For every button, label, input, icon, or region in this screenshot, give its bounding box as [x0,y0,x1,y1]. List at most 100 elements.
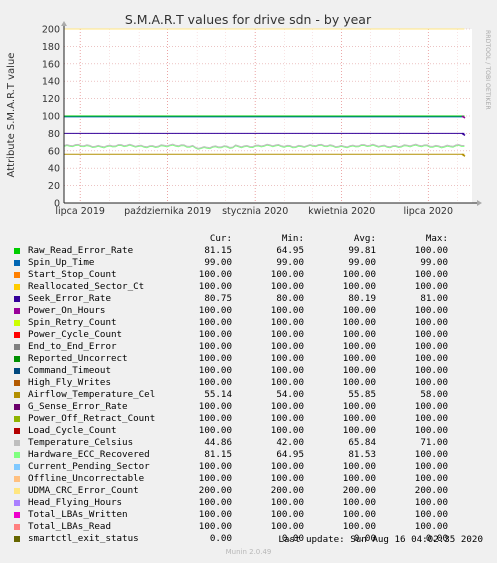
legend-avg-value: 100.00 [342,413,376,424]
legend-avg-value: 200.00 [342,485,376,496]
legend-item: Spin_Up_Time 99.00 99.00 99.00 99.00 [10,257,490,269]
legend-min-value: 100.00 [270,377,304,388]
legend-avg-value: 100.00 [342,377,376,388]
legend-max-value: 71.00 [420,437,448,448]
legend-avg-value: 100.00 [342,509,376,520]
legend-cur-value: 100.00 [198,305,232,316]
legend-swatch [14,332,20,338]
legend-min-value: 100.00 [270,365,304,376]
legend-max-value: 99.00 [420,257,448,268]
legend-cur-value: 100.00 [198,341,232,352]
legend-item: Load_Cycle_Count 100.00 100.00 100.00 100.00 [10,425,490,437]
legend-cur-value: 100.00 [198,509,232,520]
legend-item: Head_Flying_Hours 100.00 100.00 100.00 100.0… [10,497,490,509]
legend-item: Reported_Uncorrect 100.00 100.00 100.00 100.… [10,353,490,365]
legend-min-value: 42.00 [276,437,304,448]
legend-cur-value: 80.75 [204,293,232,304]
legend-max-value: 100.00 [414,461,448,472]
legend-min-value: 100.00 [270,341,304,352]
legend-avg-value: 100.00 [342,401,376,412]
legend-avg-value: 99.81 [348,245,376,256]
legend-avg-value: 100.00 [342,281,376,292]
legend-max-value: 100.00 [414,353,448,364]
legend-max-value: 100.00 [414,449,448,460]
legend-avg-value: 100.00 [342,425,376,436]
legend-cur-value: 100.00 [198,413,232,424]
legend-avg-value: 100.00 [342,269,376,280]
legend-cur-value: 100.00 [198,401,232,412]
legend-avg-value: 100.00 [342,521,376,532]
legend-min-value: 100.00 [270,401,304,412]
x-axis-arrow [477,200,482,206]
y-axis-label: Attribute S.M.A.R.T value [6,53,17,178]
legend-max-value: 100.00 [414,341,448,352]
legend-item: UDMA_CRC_Error_Count 200.00 200.00 200.00 20… [10,485,490,497]
legend-item: Command_Timeout 100.00 100.00 100.00 100.00 [10,365,490,377]
legend-swatch [14,356,20,362]
legend-min-value: 100.00 [270,269,304,280]
legend-min-value: 100.00 [270,425,304,436]
legend-swatch [14,404,20,410]
legend-cur-value: 100.00 [198,521,232,532]
legend-series-name: Raw_Read_Error_Rate [28,245,134,256]
legend-avg-value: 100.00 [342,497,376,508]
legend-min-value: 100.00 [270,281,304,292]
legend-cur-value: 100.00 [198,329,232,340]
legend: Cur: Min: Avg: Max: Raw_Read_Error_Rate 8… [10,233,490,545]
legend-min-value: 200.00 [270,485,304,496]
y-tick-label: 180 [42,42,60,53]
legend-cur-value: 100.00 [198,281,232,292]
y-tick-label: 100 [42,112,60,123]
legend-max-value: 100.00 [414,521,448,532]
legend-min-value: 100.00 [270,461,304,472]
legend-avg-value: 100.00 [342,341,376,352]
legend-max-value: 100.00 [414,413,448,424]
legend-item: Power_Off_Retract_Count 100.00 100.00 100.0… [10,413,490,425]
legend-avg-value: 100.00 [342,353,376,364]
rrdtool-credit: RRDTOOL / TOBI OETIKER [484,30,491,110]
legend-swatch [14,296,20,302]
legend-avg-value: 100.00 [342,305,376,316]
legend-swatch [14,524,20,530]
legend-cur-value: 55.14 [204,389,232,400]
legend-series-name: Spin_Retry_Count [28,317,117,328]
chart: S.M.A.R.T values for drive sdn - by year… [6,12,491,217]
legend-avg-value: 80.19 [348,293,376,304]
legend-cur-value: 81.15 [204,449,232,460]
legend-max-value: 100.00 [414,425,448,436]
legend-series-name: Current_Pending_Sector [28,461,150,472]
legend-min-value: 100.00 [270,413,304,424]
legend-series-name: Hardware_ECC_Recovered [28,449,150,460]
chart-title: S.M.A.R.T values for drive sdn - by year [125,12,372,27]
legend-swatch [14,464,20,470]
legend-series-name: Head_Flying_Hours [28,497,123,508]
legend-cur-value: 100.00 [198,269,232,280]
legend-series-name: Load_Cycle_Count [28,425,117,436]
legend-series-name: Total_LBAs_Read [28,521,111,532]
legend-cur-value: 81.15 [204,245,232,256]
legend-cur-value: 100.00 [198,461,232,472]
legend-series-name: High_Fly_Writes [28,377,111,388]
legend-swatch [14,284,20,290]
legend-avg-value: 100.00 [342,365,376,376]
legend-series-name: Power_Cycle_Count [28,329,123,340]
legend-min-value: 100.00 [270,473,304,484]
legend-min-value: 64.95 [276,245,304,256]
legend-min-value: 100.00 [270,521,304,532]
legend-min-value: 100.00 [270,329,304,340]
legend-swatch [14,488,20,494]
y-tick-label: 120 [42,94,60,105]
legend-series-name: End_to_End_Error [28,341,117,352]
legend-max-value: 58.00 [420,389,448,400]
legend-item: Airflow_Temperature_Cel 55.14 54.00 55.85 58… [10,389,490,401]
legend-avg-value: 81.53 [348,449,376,460]
legend-swatch [14,272,20,278]
legend-item: Total_LBAs_Written 100.00 100.00 100.00 100.… [10,509,490,521]
legend-max-value: 100.00 [414,401,448,412]
legend-min-value: 100.00 [270,317,304,328]
x-tick-label: lipca 2019 [55,206,105,217]
legend-cur-value: 100.00 [198,317,232,328]
legend-avg-value: 100.00 [342,473,376,484]
legend-rows: Raw_Read_Error_Rate 81.15 64.95 99.81 100.00… [10,245,490,545]
legend-avg-value: 100.00 [342,329,376,340]
